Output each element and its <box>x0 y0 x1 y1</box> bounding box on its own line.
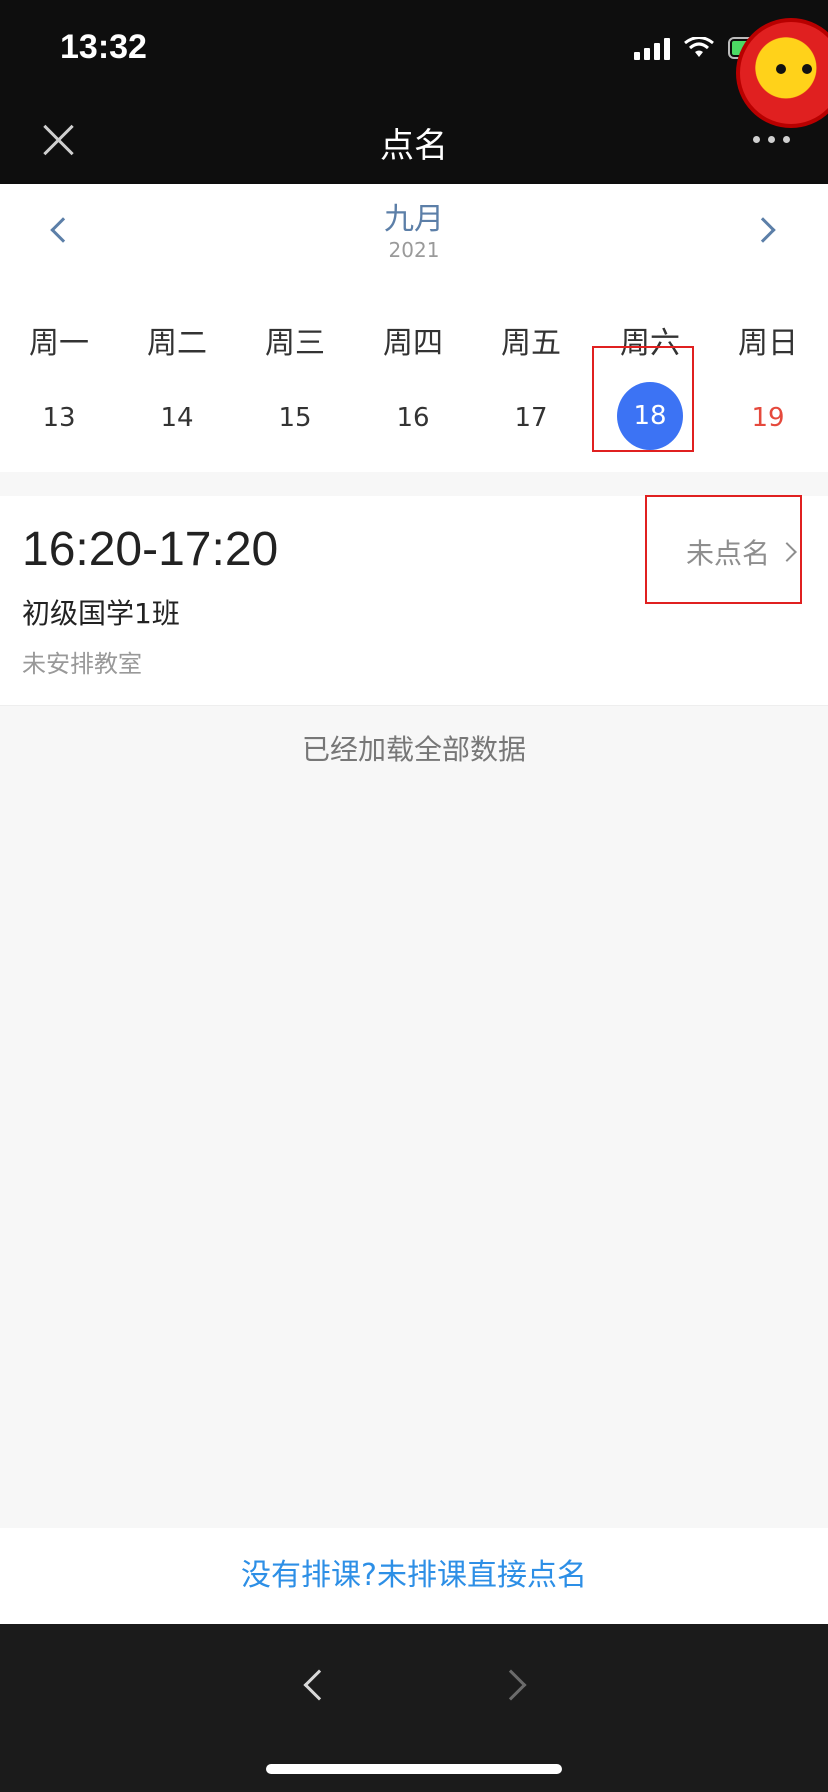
weekday-label: 周三 <box>265 326 325 361</box>
status-time: 13:32 <box>60 28 147 66</box>
chevron-right-icon <box>495 1669 527 1701</box>
chevron-right-icon <box>750 217 776 243</box>
highlight-box-status <box>645 495 802 604</box>
day-mon[interactable]: 周一 13 <box>0 276 118 472</box>
cellular-signal-icon <box>634 36 670 60</box>
back-button[interactable] <box>290 1660 340 1710</box>
date-number: 15 <box>278 403 312 433</box>
home-indicator <box>266 1764 562 1774</box>
lesson-class-name: 初级国学1班 <box>22 597 180 630</box>
date-number: 14 <box>160 403 194 433</box>
week-strip: 周一 13 周二 14 周三 15 周四 16 周五 17 周六 18 周日 1… <box>0 276 828 472</box>
weekday-label: 周二 <box>147 326 207 361</box>
day-wed[interactable]: 周三 15 <box>236 276 354 472</box>
wifi-icon <box>684 37 714 57</box>
more-icon[interactable] <box>753 136 790 143</box>
next-month-button[interactable] <box>748 210 788 250</box>
roll-call-without-schedule-link[interactable]: 没有排课?未排课直接点名 <box>0 1528 828 1624</box>
date-number: 16 <box>396 403 430 433</box>
avatar[interactable] <box>736 18 828 128</box>
weekday-label: 周日 <box>738 326 798 361</box>
forward-button[interactable] <box>490 1660 540 1710</box>
day-thu[interactable]: 周四 16 <box>354 276 472 472</box>
date-number: 17 <box>514 403 548 433</box>
month-label: 九月 <box>384 202 444 237</box>
date-number: 13 <box>42 403 76 433</box>
lesson-time: 16:20-17:20 <box>22 523 279 576</box>
day-tue[interactable]: 周二 14 <box>118 276 236 472</box>
day-fri[interactable]: 周五 17 <box>472 276 590 472</box>
chevron-left-icon <box>303 1669 335 1701</box>
top-bar: 13:32 点名 <box>0 0 828 184</box>
month-header: 九月 2021 <box>0 184 828 276</box>
date-number: 19 <box>751 403 785 433</box>
day-sun[interactable]: 周日 19 <box>709 276 827 472</box>
page-title: 点名 <box>380 126 448 166</box>
list-end-message: 已经加载全部数据 <box>301 733 526 766</box>
weekday-label: 周一 <box>29 326 89 361</box>
lesson-room: 未安排教室 <box>22 650 142 678</box>
highlight-box-selected-day <box>592 346 694 452</box>
weekday-label: 周五 <box>501 326 561 361</box>
browser-toolbar <box>0 1624 828 1792</box>
year-label: 2021 <box>388 238 440 262</box>
weekday-label: 周四 <box>383 326 443 361</box>
